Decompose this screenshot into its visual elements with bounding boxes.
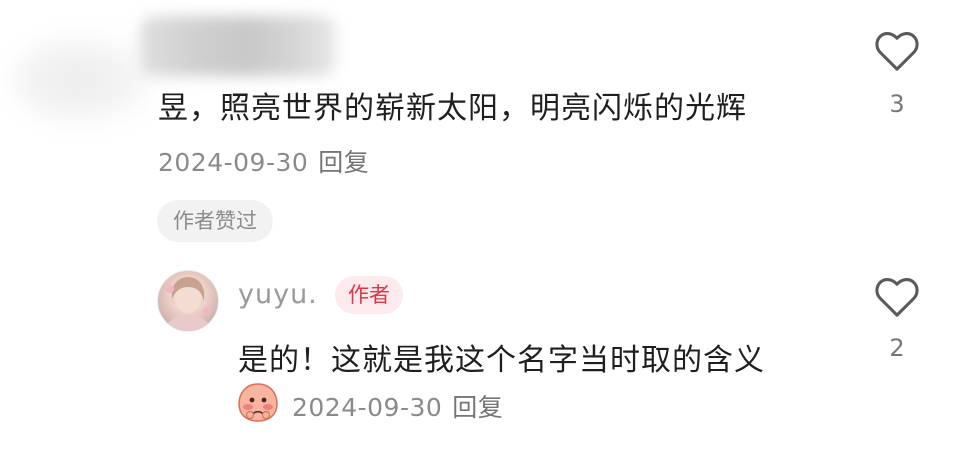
reply-text: 是的！这就是我这个名字当时取的含义 <box>238 343 765 378</box>
heart-outline-icon[interactable] <box>874 276 920 318</box>
commenter-name-redacted[interactable] <box>140 16 336 76</box>
comment-like-count: 3 <box>889 90 905 118</box>
comment-text: 昱，照亮世界的崭新太阳，明亮闪烁的光辉 <box>158 91 747 126</box>
comment-like-button[interactable] <box>874 30 920 76</box>
heart-outline-icon[interactable] <box>874 30 920 72</box>
blushing-face-emoji <box>236 380 280 424</box>
reply-date: 2024-09-30 <box>292 393 443 422</box>
avatar-photo <box>166 277 211 331</box>
comment-date: 2024-09-30 <box>158 148 309 177</box>
reply-like-count: 2 <box>889 334 905 362</box>
reply-avatar[interactable] <box>157 270 219 332</box>
commenter-avatar-redacted[interactable] <box>10 30 160 130</box>
author-badge: 作者 <box>335 276 403 314</box>
author-liked-badge: 作者赞过 <box>157 200 273 242</box>
comment-reply-button[interactable]: 回复 <box>318 148 369 177</box>
reply-meta: 2024-09-30 回复 <box>292 388 503 424</box>
reply-like-button[interactable] <box>874 276 920 322</box>
reply-username[interactable]: yuyu. <box>238 279 318 310</box>
reply-reply-button[interactable]: 回复 <box>452 393 503 422</box>
comment-meta: 2024-09-30 回复 <box>158 143 369 179</box>
